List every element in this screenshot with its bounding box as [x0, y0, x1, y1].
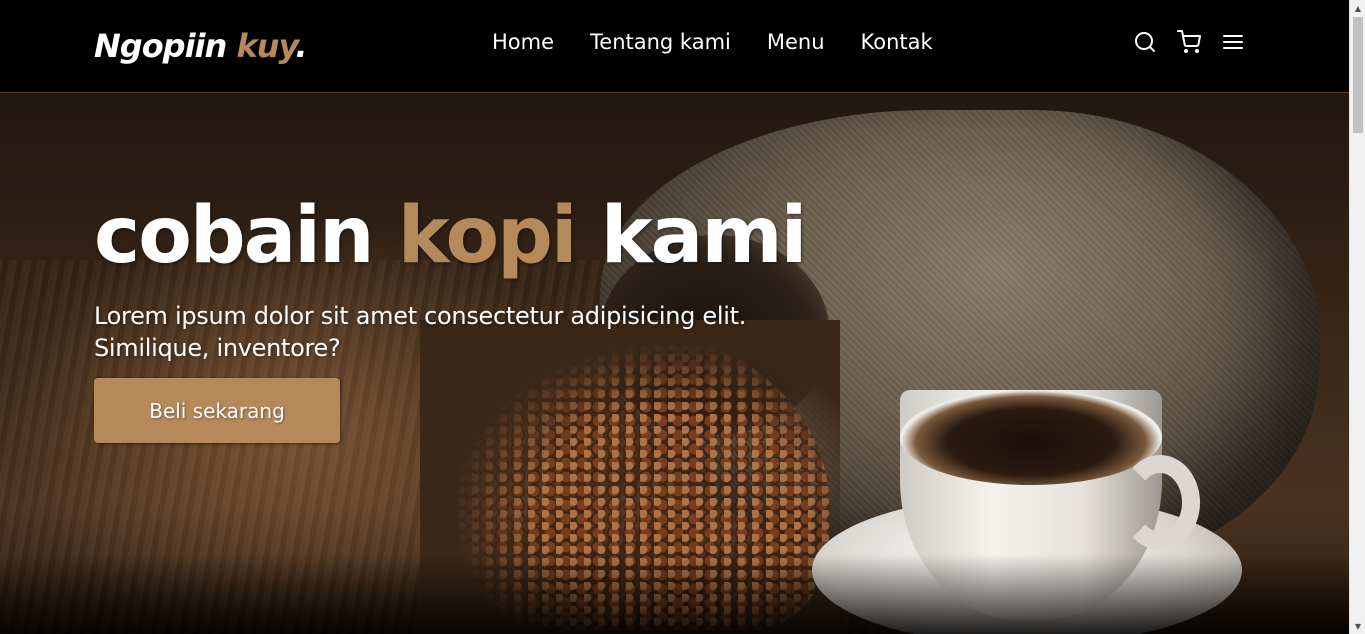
hero-coffee-surface: [900, 390, 1162, 485]
brand-logo[interactable]: Ngopiin kuy.: [94, 26, 308, 66]
navbar: Ngopiin kuy. Home Tentang kami Menu Kont…: [0, 0, 1349, 93]
menu-icon: [1223, 35, 1243, 49]
menu-toggle-button[interactable]: [1221, 29, 1245, 55]
scroll-down-arrow[interactable]: ▼: [1350, 618, 1365, 634]
hero-title: cobain kopi kami: [94, 188, 808, 284]
logo-accent: kuy: [236, 27, 296, 65]
hero-section: cobain kopi kami Lorem ipsum dolor sit a…: [0, 0, 1349, 634]
nav-link-about[interactable]: Tentang kami: [590, 28, 731, 56]
hero-title-part1: cobain: [94, 191, 398, 281]
search-icon: [1135, 32, 1155, 52]
hero-description: Lorem ipsum dolor sit amet consectetur a…: [94, 302, 747, 362]
shopping-cart-icon: [1177, 30, 1201, 53]
scroll-thumb[interactable]: [1353, 17, 1363, 133]
logo-text: Ngopiin: [94, 27, 237, 65]
hero-title-part2: kami: [575, 191, 808, 281]
scroll-up-arrow[interactable]: ▲: [1350, 0, 1365, 16]
buy-now-button[interactable]: Beli sekarang: [94, 378, 340, 443]
page-scrollbar[interactable]: ▲ ▼: [1349, 0, 1365, 634]
hero-bottom-fade: [0, 554, 1349, 634]
nav-icons: [1133, 29, 1245, 55]
hero-cup-handle: [1120, 455, 1200, 550]
logo-dot: .: [295, 27, 307, 65]
search-button[interactable]: [1133, 29, 1157, 55]
nav-link-menu[interactable]: Menu: [767, 28, 825, 56]
cart-button[interactable]: [1177, 29, 1201, 55]
nav-link-home[interactable]: Home: [492, 28, 554, 56]
nav-link-contact[interactable]: Kontak: [861, 28, 933, 56]
hero-title-accent: kopi: [397, 191, 578, 281]
nav-links: Home Tentang kami Menu Kontak: [492, 28, 933, 56]
